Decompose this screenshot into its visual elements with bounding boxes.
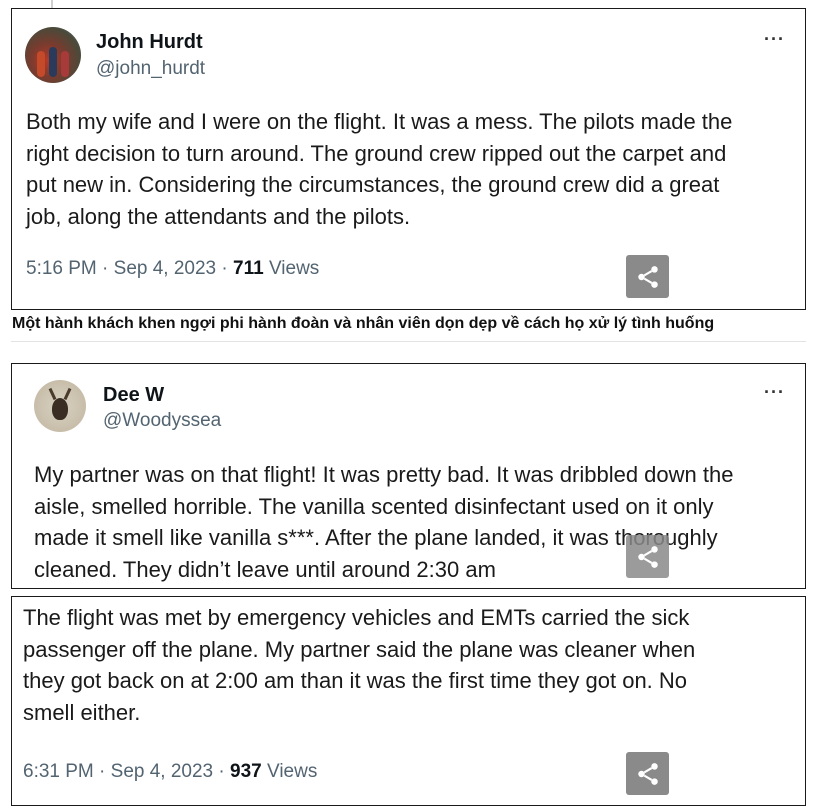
- views-label: Views: [263, 258, 320, 279]
- share-icon: [637, 545, 658, 568]
- tweet-text: The flight was met by emergency vehicles…: [23, 602, 695, 728]
- tweet-time[interactable]: 6:31 PM · Sep 4, 2023 ·: [23, 761, 230, 782]
- avatar[interactable]: [25, 27, 81, 83]
- share-icon: [637, 265, 658, 288]
- tweet-text-line: job, along the attendants and the pilots…: [26, 203, 411, 229]
- divider-line: [11, 341, 806, 342]
- image-caption: Một hành khách khen ngợi phi hành đoàn v…: [12, 315, 715, 332]
- tweet-text-line: aisle, smelled horrible. The vanilla sce…: [34, 493, 714, 519]
- author-name[interactable]: Dee W: [103, 384, 164, 407]
- tweet-card-dee-w-continued: The flight was met by emergency vehicles…: [11, 596, 806, 806]
- share-icon: [637, 762, 658, 785]
- views-label: Views: [261, 761, 318, 782]
- tweet-text: Both my wife and I were on the flight. I…: [26, 106, 732, 232]
- share-button[interactable]: [626, 255, 669, 298]
- tweet-text-line: The flight was met by emergency vehicles…: [23, 605, 690, 630]
- tweet-timestamp: 5:16 PM · Sep 4, 2023 · 711 Views: [26, 258, 319, 280]
- share-button[interactable]: [626, 535, 669, 578]
- tweet-text-line: they got back on at 2:00 am than it was …: [23, 668, 688, 693]
- tweet-text-line: My partner was on that flight! It was pr…: [34, 462, 734, 487]
- author-handle[interactable]: @Woodyssea: [103, 410, 221, 432]
- views-count: 711: [233, 258, 264, 279]
- tweet-card-dee-w: Dee W @Woodyssea ··· My partner was on t…: [11, 363, 806, 589]
- tweet-text-line: Both my wife and I were on the flight. I…: [26, 109, 733, 134]
- tweet-card-john-hurdt: John Hurdt @john_hurdt ··· Both my wife …: [11, 8, 806, 310]
- tweet-text-line: put new in. Considering the circumstance…: [26, 172, 720, 197]
- avatar[interactable]: [34, 380, 86, 432]
- tweet-timestamp: 6:31 PM · Sep 4, 2023 · 937 Views: [23, 761, 317, 783]
- divider-line: [51, 0, 53, 8]
- tweet-time[interactable]: 5:16 PM · Sep 4, 2023 ·: [26, 258, 233, 279]
- author-name[interactable]: John Hurdt: [96, 31, 203, 54]
- views-count: 937: [230, 761, 262, 782]
- tweet-text-line: passenger off the plane. My partner said…: [23, 636, 696, 662]
- author-handle[interactable]: @john_hurdt: [96, 58, 205, 80]
- tweet-text-line: smell either.: [23, 699, 141, 725]
- more-options-icon[interactable]: ···: [764, 382, 785, 403]
- tweet-text-line: right decision to turn around. The groun…: [26, 140, 727, 166]
- more-options-icon[interactable]: ···: [764, 29, 785, 50]
- share-button[interactable]: [626, 752, 669, 795]
